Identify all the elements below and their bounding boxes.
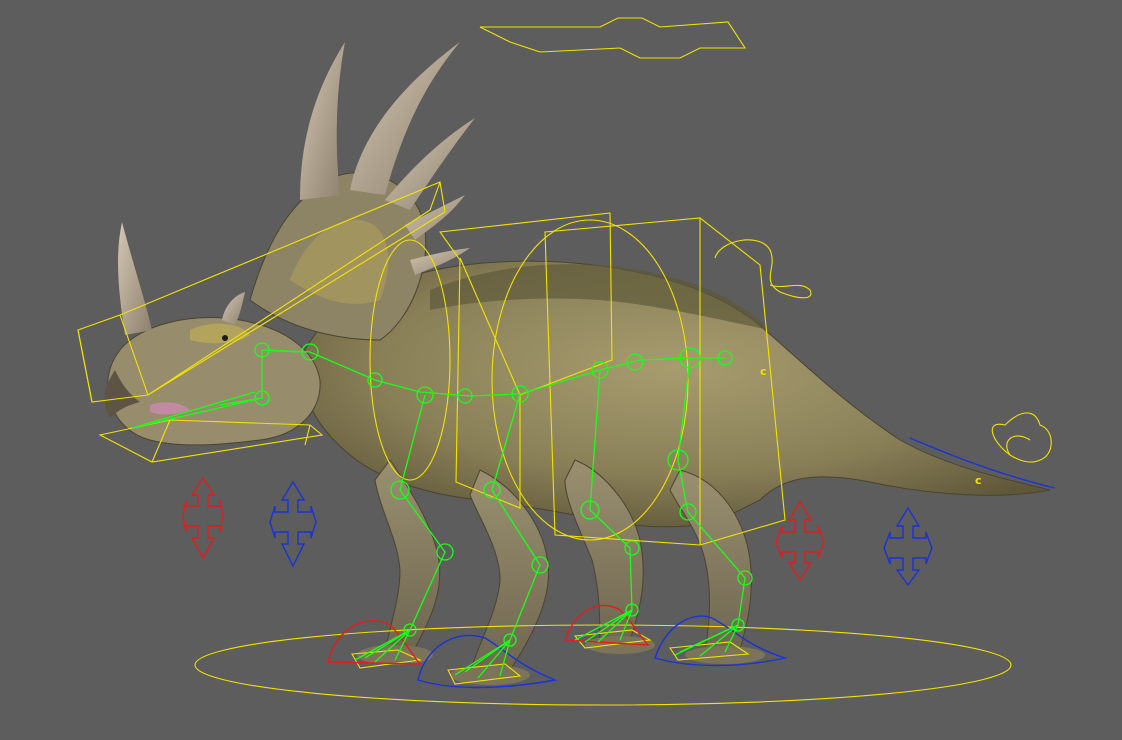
move-arrows-icon[interactable] xyxy=(182,476,224,560)
move-arrows-icon[interactable] xyxy=(269,480,317,568)
move-arrows-icon[interactable] xyxy=(775,500,825,582)
dinosaur-mesh[interactable] xyxy=(104,42,1051,685)
spine-tag-label: c xyxy=(760,365,767,378)
frill-spike-mesh xyxy=(300,42,345,200)
master-move-icon[interactable] xyxy=(479,17,747,59)
3d-viewport[interactable]: c c xyxy=(0,0,1122,740)
foot-mesh xyxy=(357,645,433,665)
curve-loop-icon[interactable] xyxy=(991,412,1052,463)
curve-loop-icon[interactable] xyxy=(714,239,812,299)
move-arrows-icon[interactable] xyxy=(883,506,933,587)
eye-mesh xyxy=(222,335,228,341)
frill-spike-mesh xyxy=(350,42,460,195)
scene-canvas[interactable]: c c xyxy=(0,0,1122,740)
head-control-edge xyxy=(77,329,93,403)
nose-horn-mesh xyxy=(118,222,152,335)
tail-tag-label: c xyxy=(975,474,982,487)
foot-mesh xyxy=(685,646,765,664)
